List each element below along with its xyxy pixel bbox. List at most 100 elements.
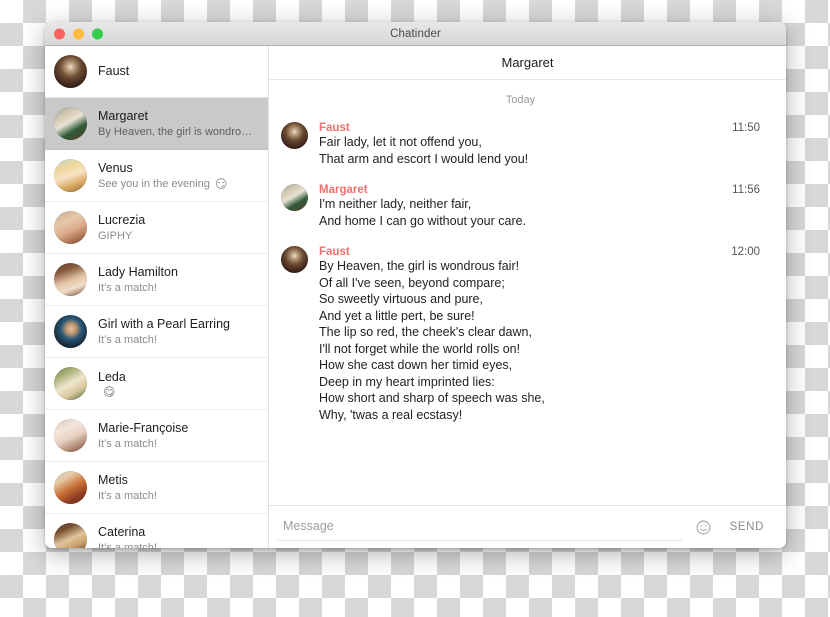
conversation-preview: It's a match! [98,281,256,295]
conversation-name: Marie-Françoise [98,420,189,435]
conversation-name: Venus [98,160,133,175]
chat-header: Margaret [269,46,786,80]
conversation-preview: It's a match! [98,541,256,549]
message-line: So sweetly virtuous and pure, [319,292,483,306]
conversation-item[interactable]: Leda 😋 [45,358,268,410]
window-body: Faust Margaret By Heaven, the girl is won… [45,46,786,548]
current-user-name: Faust [98,64,130,78]
message-body: Faust 11:50 Fair lady, let it not offend y… [319,122,760,167]
chat-message: Faust 11:50 Fair lady, let it not offend y… [281,122,760,167]
conversation-preview: It's a match! [98,437,256,451]
message-line: How she cast down her timid eyes, [319,358,513,372]
conversation-item[interactable]: Marie-Françoise It's a match! [45,410,268,462]
conversation-text: Leda 😋 [98,370,256,398]
conversation-preview-text: It's a match! [98,437,157,450]
chat-message: Faust 12:00 By Heaven, the girl is wondrou… [281,246,760,423]
conversation-preview: It's a match! [98,333,256,347]
conversation-list[interactable]: Margaret By Heaven, the girl is wondro… Ve… [45,98,268,548]
current-user-row[interactable]: Faust [45,46,268,98]
conversation-name: Metis [98,472,128,487]
message-body: Margaret 11:56 I'm neither lady, neither f… [319,184,760,229]
conversation-text: Girl with a Pearl Earring It's a match! [98,317,256,347]
avatar-leda [54,367,87,400]
message-body: Faust 12:00 By Heaven, the girl is wondrou… [319,246,760,423]
message-timestamp: 11:50 [732,122,760,134]
conversation-text: Lady Hamilton It's a match! [98,265,256,295]
conversation-preview-text: See you in the evening [98,177,210,190]
message-line: I'll not forget while the world rolls on… [319,341,521,356]
conversation-preview-text: It's a match! [98,489,157,502]
smiley-icon[interactable] [692,515,716,539]
conversation-item[interactable]: Lady Hamilton It's a match! [45,254,268,306]
title-bar: Chatinder [45,22,786,46]
send-button[interactable]: SEND [716,515,772,539]
conversation-preview-text: It's a match! [98,541,157,549]
avatar-faust [281,122,308,149]
message-header: Faust 11:50 [319,122,760,134]
avatar-lady-hamilton [54,263,87,296]
day-divider: Today [505,94,536,106]
conversation-preview-text: By Heaven, the girl is wondro… [98,125,253,138]
avatar-margaret [54,107,87,140]
conversation-name: Leda [98,369,126,384]
window-title: Chatinder [390,27,441,40]
conversation-text: Metis It's a match! [98,473,256,503]
conversation-item[interactable]: Girl with a Pearl Earring It's a match! [45,306,268,358]
message-line: Why, 'twas a real ecstasy! [319,407,463,422]
conversation-item[interactable]: Lucrezia GIPHY [45,202,268,254]
conversation-item[interactable]: Caterina It's a match! [45,514,268,548]
message-line: And yet a little pert, be sure! [319,308,475,323]
message-line: Deep in my heart imprinted lies: [319,374,495,389]
message-timestamp: 11:56 [732,184,760,196]
message-line: By Heaven, the girl is wondrous fair! [319,259,520,273]
conversation-preview: By Heaven, the girl is wondro… [98,125,256,139]
avatar-marie-francoise [54,419,87,452]
conversation-sidebar[interactable]: Faust Margaret By Heaven, the girl is won… [45,46,269,548]
conversation-preview: See you in the evening 😏 [98,177,256,191]
message-line: I'm neither lady, neither fair, [319,197,472,211]
message-line: Of all I've seen, beyond compare; [319,275,505,290]
current-user-text: Faust [98,64,256,79]
conversation-name: Margaret [98,108,149,123]
avatar-faust [54,55,87,88]
message-line: How short and sharp of speech was she, [319,391,545,405]
message-input[interactable] [277,513,682,541]
conversation-text: Marie-Françoise It's a match! [98,421,256,451]
conversation-preview-emoji: 😋 [103,385,116,398]
avatar-lucrezia [54,211,87,244]
conversation-item[interactable]: Metis It's a match! [45,462,268,514]
avatar-margaret [281,184,308,211]
conversation-item[interactable]: Venus See you in the evening 😏 [45,150,268,202]
conversation-name: Lucrezia [98,212,146,227]
chat-pane: Margaret Today Faust 11:50 Fair lady, let … [269,46,786,548]
chatinder-window: Chatinder Faust Margaret By Heaven, the g… [45,22,786,548]
message-line: And home I can go without your care. [319,213,527,228]
conversation-text: Caterina It's a match! [98,525,256,549]
avatar-faust [281,246,308,273]
message-line: The lip so red, the cheek's clear dawn, [319,325,532,339]
conversation-text: Venus See you in the evening 😏 [98,161,256,191]
avatar-girl-with-a-pearl-earring [54,315,87,348]
conversation-preview-emoji: 😏 [214,176,228,191]
message-line: Fair lady, let it not offend you, [319,135,482,149]
messages-container: Faust 11:50 Fair lady, let it not offend y… [281,122,760,423]
chat-title: Margaret [501,55,554,70]
message-header: Margaret 11:56 [319,184,760,196]
avatar-venus [54,159,87,192]
conversation-name: Caterina [98,524,146,539]
message-sender: Margaret [319,184,368,196]
message-sender: Faust [319,246,350,258]
conversation-preview: 😋 [98,386,256,398]
conversation-item[interactable]: Margaret By Heaven, the girl is wondro… [45,98,268,150]
message-list[interactable]: Today Faust 11:50 Fair lady, let it not of… [269,80,786,505]
conversation-text: Margaret By Heaven, the girl is wondro… [98,109,256,139]
avatar-metis [54,471,87,504]
message-header: Faust 12:00 [319,246,760,258]
conversation-name: Girl with a Pearl Earring [98,316,230,331]
conversation-text: Lucrezia GIPHY [98,213,256,243]
conversation-name: Lady Hamilton [98,264,178,279]
message-timestamp: 12:00 [731,246,760,258]
message-sender: Faust [319,122,350,134]
message-line: That arm and escort I would lend you! [319,151,529,166]
conversation-preview-text: It's a match! [98,281,157,294]
